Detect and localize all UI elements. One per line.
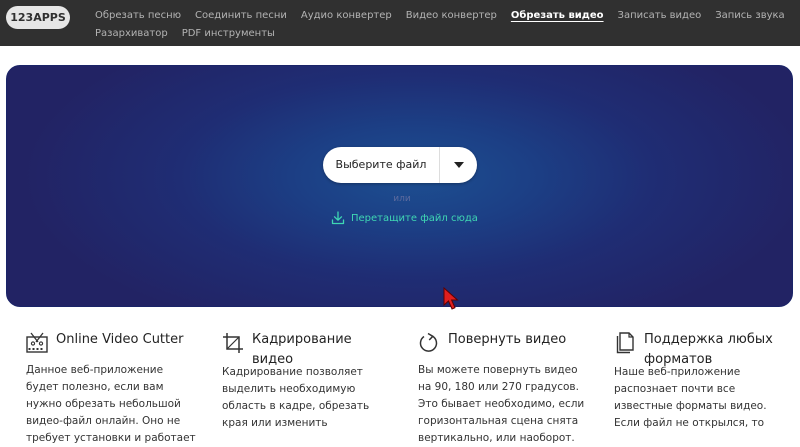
main-nav: Обрезать песню Соединить песни Аудио конве… — [95, 7, 795, 43]
feature-title: Online Video Cutter — [56, 332, 184, 347]
mouse-pointer-icon — [443, 287, 459, 310]
feature-all-formats: Поддержка любых форматов Наше веб-прилож… — [614, 330, 784, 432]
feature-description: Наше веб-приложение распознает почти все… — [614, 366, 767, 429]
drag-drop-link[interactable]: Перетащите файл сюда — [331, 210, 478, 226]
download-icon — [331, 211, 345, 225]
nav-item[interactable]: Аудио конвертер — [301, 7, 392, 24]
nav-item[interactable]: Обрезать песню — [95, 7, 181, 24]
film-scissors-icon — [26, 332, 48, 353]
feature-description: Данное веб-приложение будет полезно, есл… — [26, 364, 196, 444]
nav-item[interactable]: Обрезать видео — [511, 7, 604, 24]
feature-description: Кадрирование позволяет выделить необходи… — [222, 366, 370, 429]
select-file-button[interactable]: Выберите файл — [323, 147, 440, 183]
files-icon — [616, 332, 634, 354]
nav-item[interactable]: PDF инструменты — [182, 25, 275, 42]
feature-online-video-cutter: Online Video Cutter Данное веб-приложени… — [26, 330, 196, 447]
rotate-icon — [419, 332, 438, 352]
features-section: Online Video Cutter Данное веб-приложени… — [0, 330, 800, 445]
nav-row-2: Разархиватор PDF инструменты — [95, 25, 795, 42]
feature-description: Вы можете повернуть видео на 90, 180 или… — [418, 364, 585, 444]
top-navigation-bar: 123APPS Обрезать песню Соединить песни Ауд… — [0, 0, 800, 46]
logo[interactable]: 123APPS — [6, 6, 70, 29]
nav-item[interactable]: Видео конвертер — [406, 7, 497, 24]
select-file-button-group: Выберите файл — [323, 147, 477, 183]
nav-row-1: Обрезать песню Соединить песни Аудио конве… — [95, 7, 795, 24]
source-dropdown-button[interactable] — [440, 147, 477, 183]
feature-rotate-video: Повернуть видео Вы можете повернуть виде… — [418, 330, 588, 447]
nav-item[interactable]: Разархиватор — [95, 25, 168, 42]
upload-area[interactable]: Выберите файл или Перетащите файл сюда — [6, 65, 793, 310]
nav-item[interactable]: Записать видео — [618, 7, 702, 24]
crop-icon — [223, 333, 243, 353]
nav-item[interactable]: Соединить песни — [195, 7, 287, 24]
drag-drop-label: Перетащите файл сюда — [351, 212, 478, 224]
nav-item[interactable]: Запись звука — [715, 7, 784, 24]
caret-down-icon — [453, 162, 464, 168]
feature-title: Повернуть видео — [448, 332, 567, 347]
or-separator: или — [393, 194, 411, 204]
feature-crop-video: Кадрирование видео Кадрирование позволяе… — [222, 330, 392, 432]
